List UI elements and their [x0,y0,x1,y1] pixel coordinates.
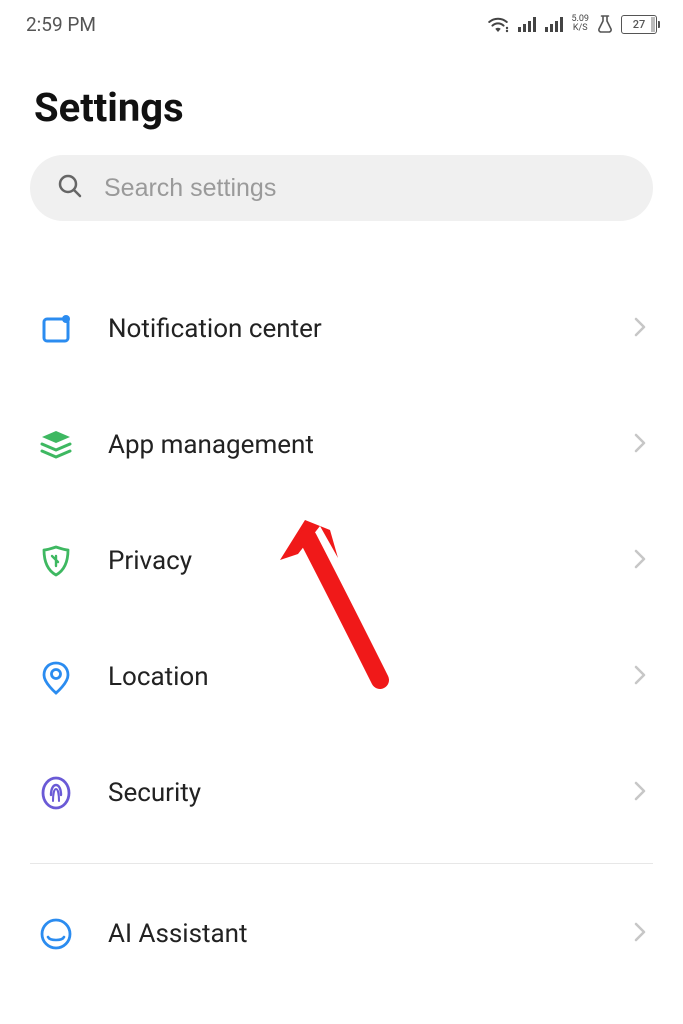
settings-item-ai-assistant[interactable]: AI Assistant [0,876,683,992]
chevron-right-icon [633,921,653,947]
settings-item-location[interactable]: Location [0,619,683,735]
wifi-icon [486,15,510,33]
ai-assistant-icon [34,912,78,956]
settings-item-app-management[interactable]: App management [0,387,683,503]
location-icon [34,655,78,699]
signal-icon-2 [544,16,564,32]
battery-indicator: 27 [621,15,657,34]
security-icon [34,771,78,815]
settings-item-notification-center[interactable]: Notification center [0,271,683,387]
settings-item-label: AI Assistant [108,919,633,949]
signal-icon-1 [517,16,537,32]
privacy-icon [34,539,78,583]
settings-item-security[interactable]: Security [0,735,683,851]
status-time: 2:59 PM [26,13,96,36]
chevron-right-icon [633,548,653,574]
settings-item-privacy[interactable]: Privacy [0,503,683,619]
chevron-right-icon [633,432,653,458]
status-bar: 2:59 PM [0,0,683,44]
notification-icon [34,307,78,351]
page-title: Settings [0,44,683,155]
settings-item-label: Security [108,778,633,808]
settings-item-label: Location [108,662,633,692]
settings-item-label: Privacy [108,546,633,576]
speed-unit: K/S [573,24,588,33]
search-bar[interactable] [30,155,653,221]
chevron-right-icon [633,664,653,690]
settings-item-label: App management [108,430,633,460]
section-divider [30,863,653,864]
chevron-right-icon [633,316,653,342]
chevron-right-icon [633,780,653,806]
settings-item-label: Notification center [108,314,633,344]
network-speed-indicator: 5.09 K/S [571,15,589,33]
flask-icon [596,14,614,34]
search-input[interactable] [104,174,627,203]
battery-level: 27 [633,18,646,31]
status-icons: 5.09 K/S 27 [486,14,657,34]
search-icon [56,172,84,204]
app-management-icon [34,423,78,467]
